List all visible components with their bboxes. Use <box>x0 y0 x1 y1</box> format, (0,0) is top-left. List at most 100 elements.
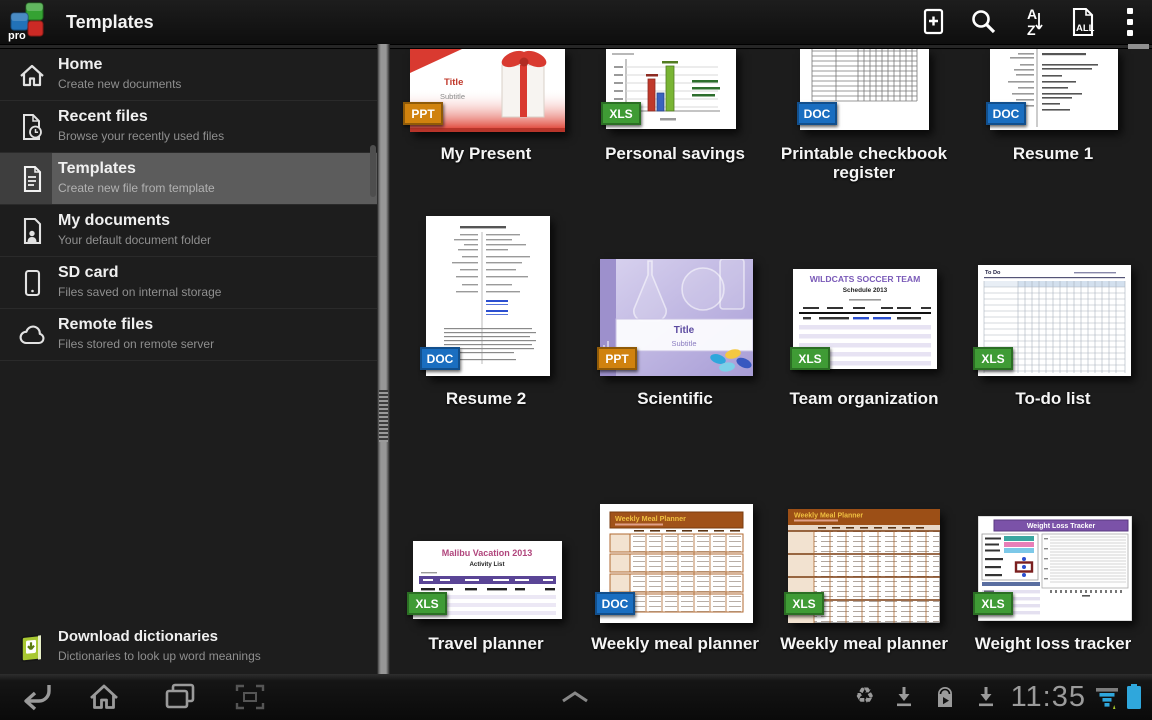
sidebar-item-label: Templates <box>58 160 136 178</box>
cloud-icon <box>16 319 48 351</box>
download-dictionaries-label: Download dictionaries <box>58 628 218 645</box>
sort-az-icon: A Z <box>1018 5 1048 39</box>
template-name: Printable checkbook register <box>779 144 949 182</box>
template-name: Travel planner <box>394 634 578 653</box>
template-name: My Present <box>394 144 578 163</box>
home-button[interactable] <box>72 674 136 720</box>
file-type-badge: XLS <box>407 592 447 615</box>
sidebar-item-label: SD card <box>58 264 118 282</box>
download-icon[interactable] <box>975 685 997 709</box>
download-dictionaries-item[interactable]: Download dictionaries Dictionaries to lo… <box>0 622 377 674</box>
file-type-badge: DOC <box>595 592 635 615</box>
screenshot-icon <box>232 680 268 714</box>
sidebar-item-sublabel: Files saved on internal storage <box>58 285 221 299</box>
home-icon <box>86 680 122 714</box>
recent-apps-button[interactable] <box>148 674 212 720</box>
template-name: Weight loss tracker <box>961 634 1145 653</box>
file-type-badge: XLS <box>973 347 1013 370</box>
sidebar-item-templates[interactable]: Templates Create new file from template <box>0 153 377 205</box>
clock[interactable]: 11:35 <box>1011 681 1086 714</box>
template-name: Resume 2 <box>394 389 578 408</box>
new-document-button[interactable] <box>908 0 958 44</box>
file-type-badge: XLS <box>601 102 641 125</box>
template-name: To-do list <box>961 389 1145 408</box>
svg-text:To Do: To Do <box>985 270 1001 276</box>
search-icon <box>968 6 998 38</box>
page-title: Templates <box>66 12 154 33</box>
overflow-menu-button[interactable] <box>1108 0 1152 44</box>
template-grid: Title Subtitle PPT My Present <box>390 49 1152 674</box>
svg-text:A: A <box>1027 6 1037 22</box>
system-bar: ♻ 11:35 <box>0 674 1152 720</box>
search-button[interactable] <box>958 0 1008 44</box>
sidebar: Home Create new documents Recent files B… <box>0 49 377 674</box>
recent-files-icon <box>16 111 48 143</box>
svg-text:Activity List: Activity List <box>469 561 504 568</box>
svg-text:Z: Z <box>1027 22 1036 38</box>
screen: pro Templates A Z <box>0 0 1152 720</box>
app-logo[interactable]: pro <box>6 0 50 44</box>
svg-text:Weekly Meal Planner: Weekly Meal Planner <box>615 514 686 523</box>
new-document-icon <box>918 6 948 38</box>
file-type-badge: DOC <box>986 102 1026 125</box>
filter-button[interactable]: ALL <box>1058 0 1108 44</box>
hide-bar-button[interactable] <box>543 674 607 720</box>
sidebar-item-recent-files[interactable]: Recent files Browse your recently used f… <box>0 101 377 153</box>
sd-card-icon <box>16 267 48 299</box>
file-type-badge: XLS <box>973 592 1013 615</box>
sidebar-item-label: Remote files <box>58 316 153 334</box>
my-documents-icon <box>16 215 48 247</box>
file-type-badge: PPT <box>597 347 637 370</box>
status-tray[interactable]: ♻ 11:35 <box>855 674 1152 720</box>
back-icon <box>17 680 55 714</box>
svg-text:Title: Title <box>674 325 695 336</box>
sync-icon[interactable]: ♻ <box>855 674 875 720</box>
svg-text:Schedule 2013: Schedule 2013 <box>843 287 888 294</box>
svg-text:Malibu Vacation 2013: Malibu Vacation 2013 <box>442 548 533 558</box>
template-name: Resume 1 <box>961 144 1145 163</box>
file-type-badge: DOC <box>797 102 837 125</box>
sidebar-item-remote-files[interactable]: Remote files Files stored on remote serv… <box>0 309 377 361</box>
logo-pro-text: pro <box>8 30 26 42</box>
sidebar-scrollbar-thumb[interactable] <box>370 145 376 197</box>
wifi-icon <box>1094 684 1120 710</box>
divider-drag-handle[interactable] <box>379 390 388 442</box>
template-name: Weekly meal planner <box>772 634 956 653</box>
svg-text:Weight Loss Tracker: Weight Loss Tracker <box>1027 523 1096 530</box>
sidebar-item-home[interactable]: Home Create new documents <box>0 49 377 101</box>
filter-all-icon: ALL <box>1067 6 1099 38</box>
file-type-badge: XLS <box>784 592 824 615</box>
svg-text:WILDCATS SOCCER TEAM: WILDCATS SOCCER TEAM <box>810 274 921 284</box>
battery-icon <box>1124 682 1144 712</box>
sidebar-item-sublabel: Your default document folder <box>58 233 211 247</box>
sidebar-item-sublabel: Create new file from template <box>58 181 215 195</box>
template-name: Scientific <box>583 389 767 408</box>
file-type-badge: XLS <box>790 347 830 370</box>
home-icon <box>16 59 48 91</box>
svg-text:Title: Title <box>444 77 463 88</box>
dictionary-icon <box>15 630 49 666</box>
sidebar-item-sublabel: Files stored on remote server <box>58 337 214 351</box>
file-type-badge: PPT <box>403 102 443 125</box>
recent-apps-icon <box>162 680 198 714</box>
template-name: Team organization <box>772 389 956 408</box>
play-store-icon[interactable] <box>933 684 957 710</box>
svg-text:Subtitle: Subtitle <box>671 339 696 348</box>
template-name: Weekly meal planner <box>583 634 767 653</box>
pane-divider[interactable] <box>377 44 390 674</box>
sidebar-item-sd-card[interactable]: SD card Files saved on internal storage <box>0 257 377 309</box>
sidebar-item-label: Recent files <box>58 108 148 126</box>
sidebar-item-sublabel: Create new documents <box>58 77 181 91</box>
sidebar-item-sublabel: Browse your recently used files <box>58 129 224 143</box>
file-type-badge: DOC <box>420 347 460 370</box>
sort-button[interactable]: A Z <box>1008 0 1058 44</box>
chevron-up-icon <box>557 690 593 704</box>
action-bar: pro Templates A Z <box>0 0 1152 44</box>
download-dictionaries-sublabel: Dictionaries to look up word meanings <box>58 649 261 663</box>
screenshot-button[interactable] <box>218 674 282 720</box>
back-button[interactable] <box>4 674 68 720</box>
svg-text:Weekly Meal Planner: Weekly Meal Planner <box>794 513 863 520</box>
templates-icon <box>16 163 48 195</box>
sidebar-item-my-documents[interactable]: My documents Your default document folde… <box>0 205 377 257</box>
download-icon[interactable] <box>893 685 915 709</box>
